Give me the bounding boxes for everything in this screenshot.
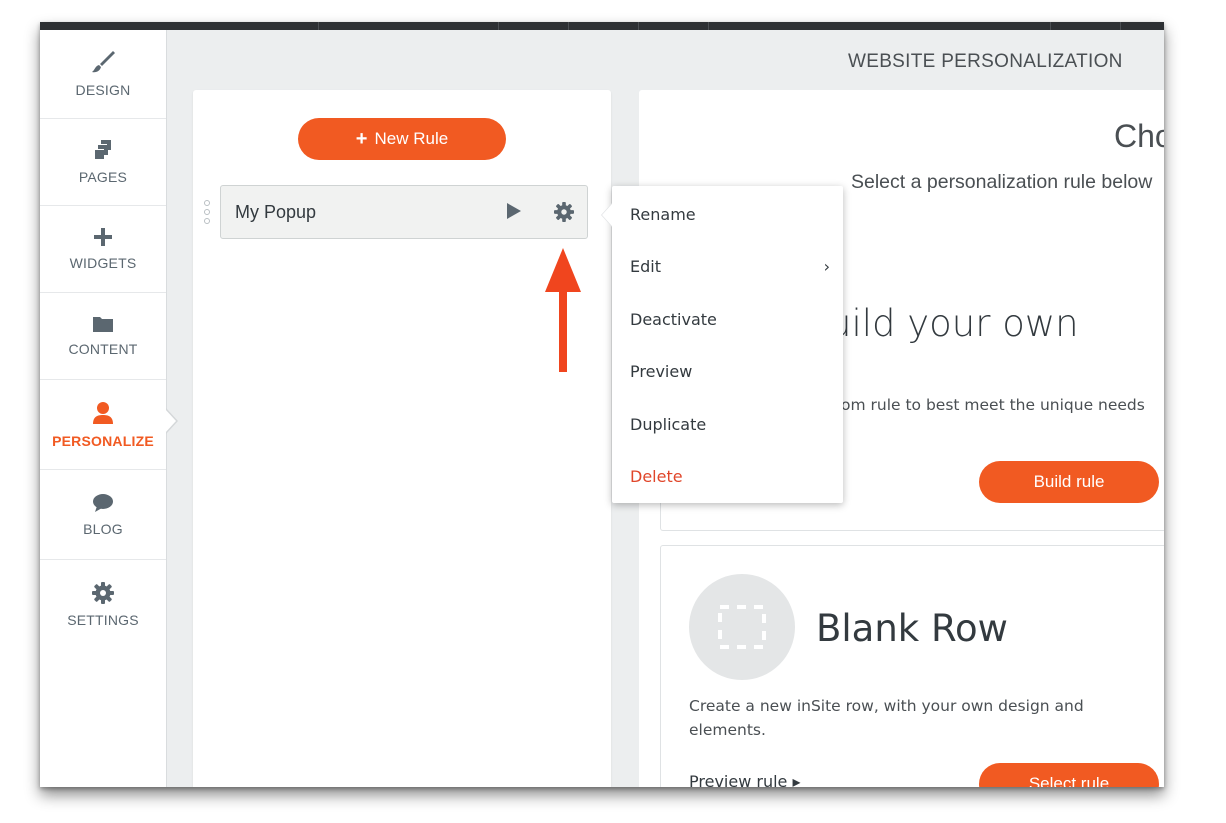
sidebar-item-personalize[interactable]: PERSONALIZE (40, 380, 166, 470)
menu-item-duplicate[interactable]: Duplicate (630, 415, 830, 434)
menu-item-deactivate[interactable]: Deactivate (630, 310, 830, 329)
gear-icon (92, 582, 114, 604)
sidebar-item-label: BLOG (83, 520, 123, 537)
app-window: DESIGN PAGES WIDGETS CONTENT PERSONALIZE (40, 22, 1164, 787)
plus-icon (93, 227, 113, 247)
annotation-arrow-icon (545, 248, 581, 378)
sidebar-item-pages[interactable]: PAGES (40, 119, 166, 206)
sidebar-item-content[interactable]: CONTENT (40, 293, 166, 380)
menu-item-label: Edit (630, 257, 661, 276)
picker-subheading: Select a personalization rule below (851, 171, 1153, 193)
select-rule-button[interactable]: Select rule (979, 763, 1159, 787)
page-title: WEBSITE PERSONALIZATION (848, 51, 1123, 72)
sidebar-item-label: PERSONALIZE (52, 432, 154, 449)
menu-item-rename[interactable]: Rename (630, 205, 830, 224)
sidebar-item-label: SETTINGS (67, 612, 139, 628)
menu-item-preview[interactable]: Preview (630, 362, 830, 381)
folder-icon (92, 315, 114, 333)
sidebar-item-label: PAGES (78, 169, 128, 185)
picker-heading: Cho (1114, 118, 1164, 154)
sidebar-item-label: CONTENT (68, 341, 138, 357)
rule-context-menu: Rename Edit › Deactivate Preview Duplica… (601, 186, 843, 503)
person-icon (92, 401, 114, 425)
build-card-description: om rule to best meet the unique needs (841, 396, 1145, 414)
drag-handle-icon[interactable] (204, 200, 212, 226)
plus-icon: + (355, 128, 368, 150)
sidebar-item-label: DESIGN (75, 82, 131, 98)
sidebar-item-widgets[interactable]: WIDGETS (40, 206, 166, 293)
rules-panel: + New Rule My Popup (193, 90, 611, 787)
gear-icon[interactable] (554, 202, 574, 227)
blank-row-description: Create a new inSite row, with your own d… (689, 697, 1084, 739)
new-rule-button[interactable]: + New Rule (298, 118, 506, 160)
blank-row-thumbnail (689, 574, 795, 680)
rule-item[interactable]: My Popup (204, 185, 588, 239)
top-bar (40, 22, 1164, 30)
preview-rule-link[interactable]: Preview rule ▸ (689, 772, 801, 787)
sidebar: DESIGN PAGES WIDGETS CONTENT PERSONALIZE (40, 30, 167, 787)
blank-row-title: Blank Row (816, 607, 1008, 650)
menu-item-delete[interactable]: Delete (630, 467, 830, 486)
sidebar-item-settings[interactable]: SETTINGS (40, 560, 166, 650)
dashed-square-icon (718, 605, 766, 649)
sidebar-item-label: WIDGETS (69, 255, 137, 271)
build-card-title: uild your own (828, 302, 1079, 345)
chevron-right-icon: › (823, 257, 830, 276)
sidebar-item-design[interactable]: DESIGN (40, 30, 166, 119)
build-rule-button[interactable]: Build rule (979, 461, 1159, 503)
sidebar-item-blog[interactable]: BLOG (40, 470, 166, 560)
menu-item-edit[interactable]: Edit › (630, 257, 830, 276)
rule-name: My Popup (235, 202, 317, 222)
active-indicator (165, 408, 178, 434)
brush-icon (90, 50, 116, 74)
pages-icon (92, 139, 114, 161)
chat-bubble-icon (92, 493, 114, 513)
play-icon[interactable] (507, 203, 521, 219)
new-rule-label: New Rule (374, 129, 449, 148)
